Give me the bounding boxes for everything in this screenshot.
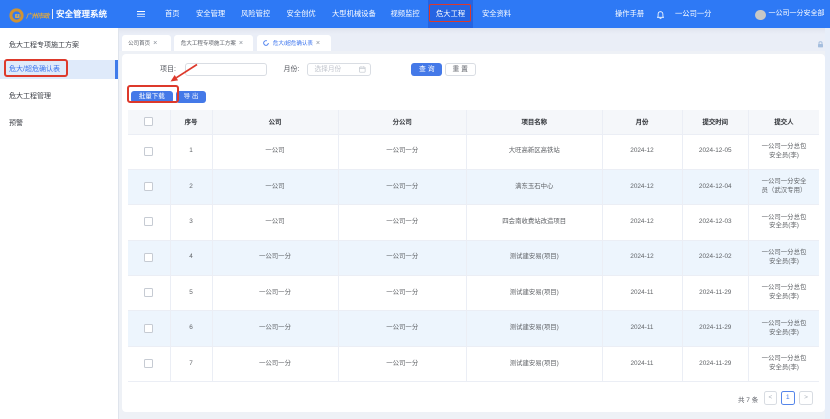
svg-text:广州市政: 广州市政 [26, 12, 51, 20]
